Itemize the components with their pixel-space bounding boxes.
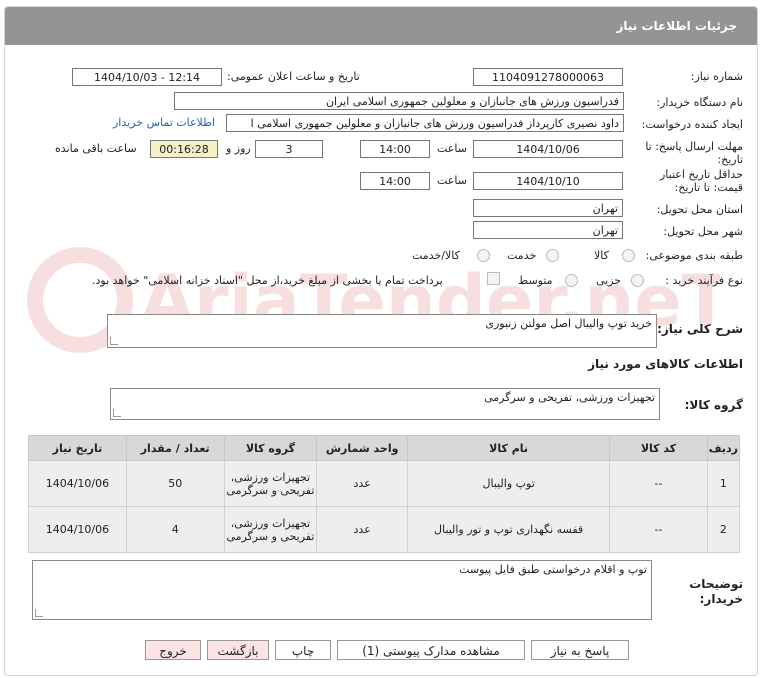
validity-label: حداقل تاریخ اعتبار: [659, 168, 743, 181]
table-row[interactable]: 1 -- توپ والیبال عدد تجهیزات ورزشی، تفری…: [28, 460, 741, 507]
deadline-label-2: تاریخ:: [717, 153, 743, 166]
deadline-time-label: ساعت: [437, 142, 467, 155]
purchase-option-medium: متوسط: [518, 274, 553, 287]
cell-qty: 4: [125, 506, 225, 553]
validity-time-field[interactable]: 14:00: [360, 172, 430, 190]
days-label: روز و: [226, 142, 251, 155]
cell-name: توپ والیبال: [407, 460, 611, 507]
cell-qty: 50: [125, 460, 225, 507]
category-option-service: خدمت: [507, 249, 537, 262]
cell-group: تجهیزات ورزشی، تفریحی و سرگرمی: [223, 506, 318, 553]
buyer-org-label: نام دستگاه خریدار:: [656, 96, 743, 109]
validity-label-2: قیمت: تا تاریخ:: [674, 181, 743, 194]
table-row[interactable]: 2 -- قفسه نگهداری توپ و تور والیبال عدد …: [28, 506, 741, 553]
resize-grip-icon[interactable]: [35, 609, 43, 617]
announce-label: تاریخ و ساعت اعلان عمومی:: [227, 70, 360, 83]
province-field[interactable]: تهران: [473, 199, 623, 217]
need-number-field[interactable]: 1104091278000063: [473, 68, 623, 86]
cell-name: قفسه نگهداری توپ و تور والیبال: [407, 506, 611, 553]
panel-header: جزئیات اطلاعات نیاز: [5, 7, 757, 45]
attachments-button[interactable]: مشاهده مدارک پیوستی (1): [337, 640, 525, 660]
buyer-org-field[interactable]: فدراسیون ورزش های جانبازان و معلولین جمه…: [174, 92, 624, 110]
col-header-unit: واحد شمارش: [316, 435, 409, 461]
items-table: ردیف کد کالا نام کالا واحد شمارش گروه کا…: [28, 435, 741, 553]
cell-date: 1404/10/06: [28, 460, 127, 507]
goods-info-heading: اطلاعات کالاهای مورد نیاز: [588, 357, 743, 371]
category-label: طبقه بندی موضوعی:: [645, 249, 743, 262]
buyer-notes-label-2: خریدار:: [699, 592, 743, 606]
col-header-code: کد کالا: [609, 435, 708, 461]
col-header-date: تاریخ نیاز: [28, 435, 127, 461]
cell-unit: عدد: [316, 460, 409, 507]
announce-field[interactable]: 1404/10/03 - 12:14: [72, 68, 222, 86]
days-field[interactable]: 3: [255, 140, 323, 158]
deadline-date-field[interactable]: 1404/10/06: [473, 140, 623, 158]
exit-button[interactable]: خروج: [145, 640, 201, 660]
description-text: خرید توپ والیبال اصل مولتن زنبوری: [485, 317, 652, 330]
description-label: شرح کلی نیاز:: [657, 322, 743, 336]
goods-group-text: تجهیزات ورزشی، تفریحی و سرگرمی: [484, 391, 655, 404]
col-header-name: نام کالا: [407, 435, 611, 461]
goods-group-field[interactable]: تجهیزات ورزشی، تفریحی و سرگرمی: [110, 388, 660, 420]
description-field[interactable]: خرید توپ والیبال اصل مولتن زنبوری: [107, 314, 657, 348]
remaining-label: ساعت باقی مانده: [55, 142, 137, 155]
category-radio-goods-service[interactable]: [477, 249, 490, 262]
goods-group-label: گروه کالا:: [684, 398, 743, 412]
reply-button[interactable]: پاسخ به نیاز: [531, 640, 629, 660]
payment-note: پرداخت تمام یا بخشی از مبلغ خرید،از محل …: [92, 274, 443, 287]
cell-unit: عدد: [316, 506, 409, 553]
category-radio-service[interactable]: [546, 249, 559, 262]
cell-index: 1: [706, 460, 741, 507]
col-header-group: گروه کالا: [223, 435, 318, 461]
category-option-goods: کالا: [594, 249, 609, 262]
deadline-time-field[interactable]: 14:00: [360, 140, 430, 158]
city-field[interactable]: تهران: [473, 221, 623, 239]
treasury-checkbox[interactable]: [487, 272, 500, 285]
col-header-index: ردیف: [706, 435, 741, 461]
purchase-type-label: نوع فرآیند خرید :: [665, 274, 743, 287]
cell-code: --: [609, 506, 708, 553]
buyer-notes-text: توپ و اقلام درخواستی طبق فایل پیوست: [459, 563, 647, 576]
cell-group: تجهیزات ورزشی، تفریحی و سرگرمی: [223, 460, 318, 507]
need-number-label: شماره نیاز:: [690, 70, 743, 83]
resize-grip-icon[interactable]: [113, 409, 121, 417]
panel-title: جزئیات اطلاعات نیاز: [616, 19, 737, 33]
purchase-radio-minor[interactable]: [631, 274, 644, 287]
category-option-goods-service: کالا/خدمت: [412, 249, 460, 262]
validity-date-field[interactable]: 1404/10/10: [473, 172, 623, 190]
purchase-option-minor: جزیی: [596, 274, 622, 287]
validity-time-label: ساعت: [437, 174, 467, 187]
buyer-contact-link[interactable]: اطلاعات تماس خریدار: [113, 116, 215, 129]
creator-label: ایجاد کننده درخواست:: [641, 118, 743, 131]
cell-date: 1404/10/06: [28, 506, 127, 553]
resize-grip-icon[interactable]: [110, 337, 118, 345]
cell-index: 2: [706, 506, 741, 553]
buyer-notes-label: توضیحات: [689, 577, 743, 591]
creator-field[interactable]: داود نصیری کارپرداز فدراسیون ورزش های جا…: [226, 114, 624, 132]
back-button[interactable]: بازگشت: [207, 640, 269, 660]
cell-code: --: [609, 460, 708, 507]
col-header-qty: تعداد / مقدار: [125, 435, 225, 461]
purchase-radio-medium[interactable]: [565, 274, 578, 287]
category-radio-goods[interactable]: [622, 249, 635, 262]
table-header-row: ردیف کد کالا نام کالا واحد شمارش گروه کا…: [28, 435, 741, 461]
city-label: شهر محل تحویل:: [663, 225, 743, 238]
print-button[interactable]: چاپ: [275, 640, 331, 660]
province-label: استان محل تحویل:: [656, 203, 743, 216]
buyer-notes-field[interactable]: توپ و اقلام درخواستی طبق فایل پیوست: [32, 560, 652, 620]
remaining-time-field: 00:16:28: [150, 140, 218, 158]
deadline-label: مهلت ارسال پاسخ: تا: [645, 140, 743, 153]
